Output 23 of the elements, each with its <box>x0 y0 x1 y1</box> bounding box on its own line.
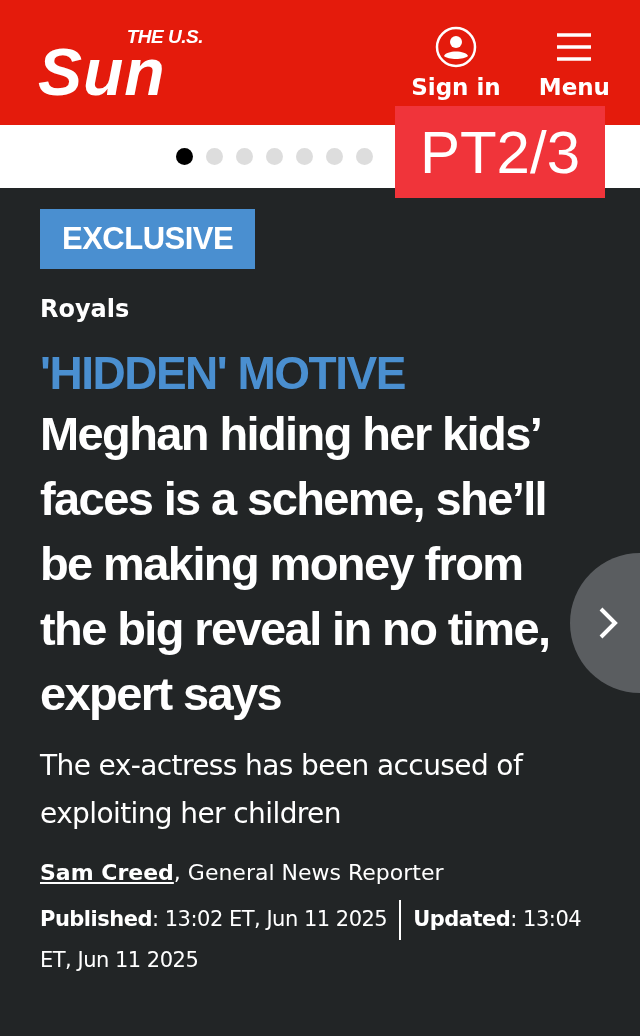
menu-button[interactable]: Menu <box>538 25 610 100</box>
carousel-dot[interactable] <box>296 148 313 165</box>
carousel-dot[interactable] <box>206 148 223 165</box>
logo-text: Sun <box>38 45 166 98</box>
carousel-dot[interactable] <box>326 148 343 165</box>
author-link[interactable]: Sam Creed <box>40 860 174 885</box>
carousel-dot[interactable] <box>266 148 283 165</box>
carousel-dot[interactable] <box>356 148 373 165</box>
section-label[interactable]: Royals <box>40 295 130 323</box>
sign-in-button[interactable]: Sign in <box>411 25 501 100</box>
chevron-right-icon <box>598 606 618 640</box>
author-role: , General News Reporter <box>173 860 444 885</box>
exclusive-badge: EXCLUSIVE <box>40 209 256 269</box>
logo[interactable]: THE U.S. Sun <box>38 27 203 98</box>
logo-text: THE U.S. <box>126 27 203 46</box>
publish-dates: Published: 13:02 ET, Jun 11 2025 Updated: 13:04 ET, Jun 11 2025 <box>40 899 600 980</box>
carousel-dot[interactable] <box>176 148 193 165</box>
user-icon <box>434 25 477 68</box>
standfirst: The ex-actress has been accused of exploiting her children <box>40 748 525 832</box>
kicker: 'HIDDEN' MOTIVE <box>40 346 405 401</box>
headline: Meghan hiding her kids’ faces is a scheme, she’ll be making money from the big reveal in no time, expert says <box>40 406 551 722</box>
carousel-dot[interactable] <box>236 148 253 165</box>
overlay-label: PT2/3 <box>395 106 605 198</box>
